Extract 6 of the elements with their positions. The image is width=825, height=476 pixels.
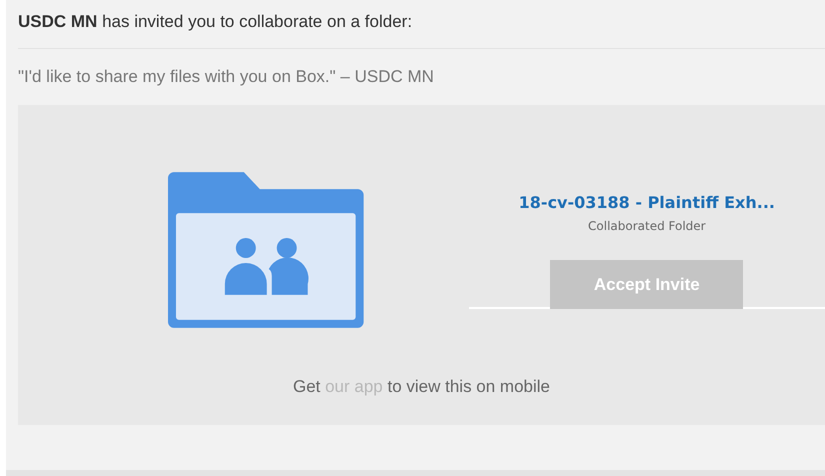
invite-message: USDC MN has invited you to collaborate on a folder: (18, 0, 825, 49)
folder-type-label: Collaborated Folder (588, 219, 706, 233)
shared-folder-icon (168, 172, 364, 328)
invite-quote: "I'd like to share my files with you on Box." – USDC MN (18, 66, 435, 88)
folder-name[interactable]: 18-cv-03188 - Plaintiff Exh... (518, 193, 775, 212)
accept-invite-button[interactable]: Accept Invite (550, 260, 744, 309)
